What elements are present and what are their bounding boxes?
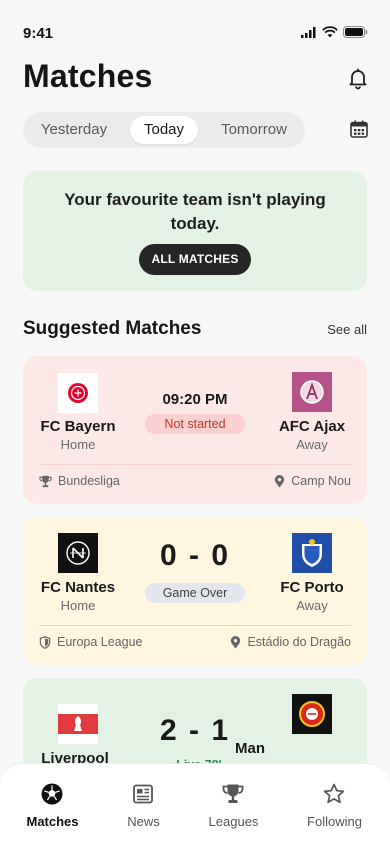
away-label: Away <box>296 437 328 452</box>
liverpool-logo <box>58 704 98 744</box>
competition: Europa League <box>39 635 143 649</box>
venue-name: Camp Nou <box>291 474 351 488</box>
venue-name: Estádio do Dragão <box>247 635 351 649</box>
shield-icon <box>39 635 51 649</box>
tab-label: Matches <box>26 814 79 829</box>
man-utd-logo <box>292 694 332 734</box>
tab-matches[interactable]: Matches <box>4 764 101 844</box>
away-team-name: AFC Ajax <box>278 418 346 435</box>
venue: Camp Nou <box>274 474 351 488</box>
tab-label: News <box>127 814 160 829</box>
day-selector: Yesterday Today Tomorrow <box>23 112 305 148</box>
tab-label: Following <box>307 814 362 829</box>
home-label: Home <box>60 437 96 452</box>
location-pin-icon <box>275 474 285 488</box>
tab-leagues[interactable]: Leagues <box>185 764 282 844</box>
divider <box>39 464 351 465</box>
tab-today[interactable]: Today <box>130 116 198 144</box>
newspaper-icon <box>133 784 153 804</box>
app-screen: 9:41 Matches Yesterday Today Tomorrow Yo… <box>0 0 390 844</box>
ajax-logo <box>292 372 332 412</box>
match-score: 0 - 0 <box>159 539 231 572</box>
kickoff-time: 09:20 PM <box>162 391 228 408</box>
match-card[interactable]: FC Nantes Home 0 - 0 Game Over FC Porto … <box>23 517 367 665</box>
notice-message: Your favourite team isn't playing today. <box>64 190 326 233</box>
competition: Bundesliga <box>39 474 120 488</box>
soccer-ball-icon <box>41 783 63 805</box>
competition-name: Bundesliga <box>58 474 120 488</box>
bottom-tab-bar: Matches News Leagues Following <box>0 763 390 844</box>
bayern-logo <box>58 373 98 413</box>
away-team-name: Man <box>235 740 265 757</box>
trophy-icon <box>222 784 244 803</box>
tab-tomorrow[interactable]: Tomorrow <box>207 116 301 144</box>
notification-bell-icon[interactable] <box>346 66 370 90</box>
home-team-name: FC Bayern <box>40 418 116 435</box>
trophy-icon <box>39 475 52 487</box>
status-badge: Game Over <box>145 583 245 603</box>
porto-logo <box>292 533 332 573</box>
status-bar: 9:41 <box>0 0 390 60</box>
match-card[interactable]: FC Bayern Home 09:20 PM Not started AFC … <box>23 356 367 504</box>
away-team-name: FC Porto <box>280 579 344 596</box>
home-team-name: FC Nantes <box>40 579 116 596</box>
status-icons <box>301 26 368 38</box>
competition-name: Europa League <box>57 635 143 649</box>
no-favourite-match-notice: Your favourite team isn't playing today.… <box>23 171 367 291</box>
page-title: Matches <box>23 58 153 94</box>
venue: Estádio do Dragão <box>230 635 351 649</box>
home-label: Home <box>60 598 96 613</box>
location-pin-icon <box>231 635 241 649</box>
wifi-icon <box>322 26 338 38</box>
signal-icon <box>301 26 316 38</box>
calendar-icon[interactable] <box>350 120 368 138</box>
status-time: 9:41 <box>23 25 54 42</box>
all-matches-button[interactable]: ALL MATCHES <box>139 244 251 275</box>
status-badge: Not started <box>145 414 245 434</box>
tab-news[interactable]: News <box>95 764 192 844</box>
star-icon <box>323 783 345 804</box>
nantes-logo <box>58 533 98 573</box>
tab-yesterday[interactable]: Yesterday <box>27 116 121 144</box>
away-label: Away <box>296 598 328 613</box>
tab-label: Leagues <box>208 814 259 829</box>
tab-following[interactable]: Following <box>286 764 383 844</box>
divider <box>39 625 351 626</box>
see-all-link[interactable]: See all <box>327 322 367 337</box>
battery-icon <box>343 26 368 38</box>
section-title: Suggested Matches <box>23 318 202 339</box>
